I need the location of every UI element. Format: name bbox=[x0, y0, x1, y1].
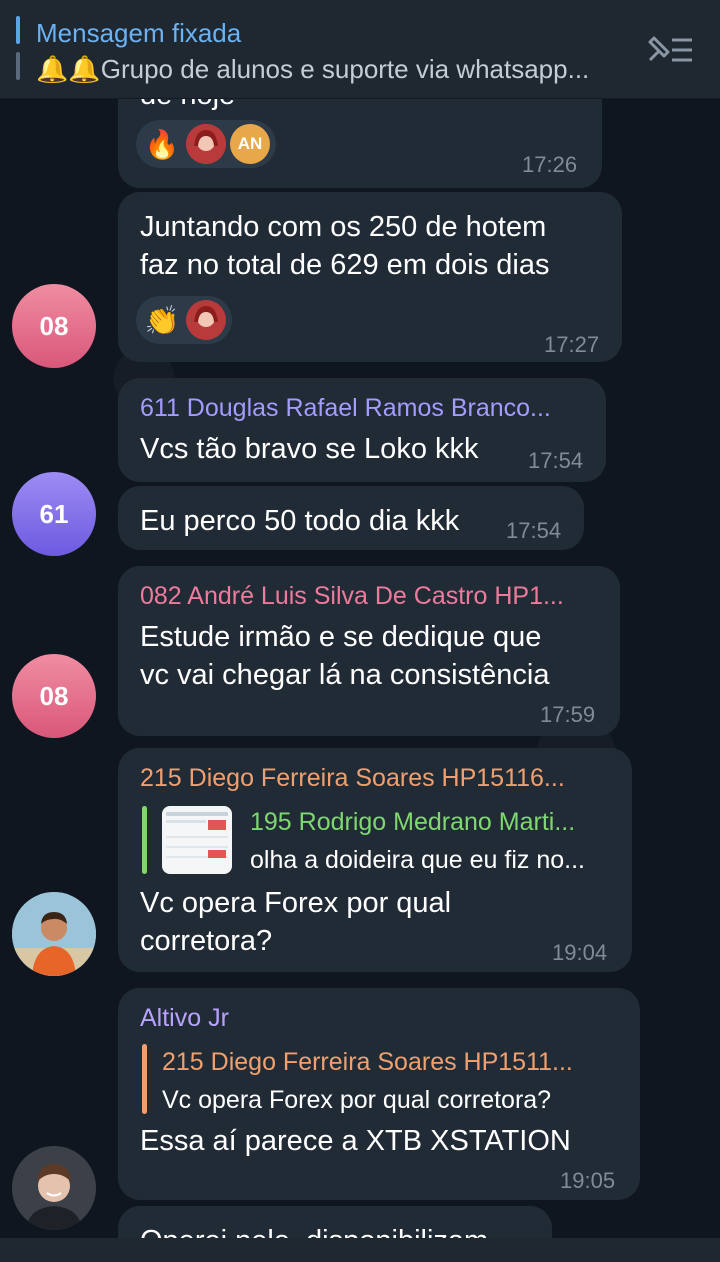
reaction-avatar-an: AN bbox=[230, 124, 270, 164]
user-photo-icon bbox=[12, 1146, 96, 1230]
pinned-title: Mensagem fixada bbox=[36, 18, 242, 48]
message-bubble[interactable]: Altivo Jr 215 Diego Ferreira Soares HP15… bbox=[118, 988, 640, 1200]
reactions[interactable]: 👏 bbox=[136, 296, 232, 344]
pinned-text: 🔔🔔Grupo de alunos e suporte via whatsapp… bbox=[36, 54, 590, 84]
message-text-line-2: corretora? bbox=[140, 925, 273, 957]
clapping-emoji: 👏 bbox=[144, 304, 180, 336]
message-bubble[interactable]: Juntando com os 250 de hotem faz no tota… bbox=[118, 192, 622, 362]
user-photo-icon bbox=[12, 892, 96, 976]
girl-avatar-icon bbox=[186, 124, 226, 164]
pinned-message-bar[interactable]: Mensagem fixada 🔔🔔Grupo de alunos e supo… bbox=[0, 0, 720, 99]
avatar[interactable] bbox=[12, 1146, 96, 1230]
reactions[interactable]: 🔥 AN bbox=[136, 120, 276, 168]
reply-indicator bbox=[142, 806, 147, 874]
sender-name[interactable]: Altivo Jr bbox=[140, 1004, 610, 1033]
message-time: 17:26 bbox=[522, 152, 578, 177]
message-time: 17:27 bbox=[544, 332, 600, 357]
avatar[interactable]: 08 bbox=[12, 284, 96, 368]
avatar[interactable] bbox=[12, 892, 96, 976]
sender-name[interactable]: 082 André Luis Silva De Castro HP1... bbox=[140, 582, 604, 611]
message-text-line-1: Vc opera Forex por qual bbox=[140, 887, 452, 919]
girl-avatar-icon bbox=[186, 300, 226, 340]
sender-name[interactable]: 215 Diego Ferreira Soares HP15116... bbox=[140, 764, 616, 793]
message-text: Eu perco 50 todo dia kkk bbox=[140, 505, 460, 537]
message-bubble[interactable]: 611 Douglas Rafael Ramos Branco... Vcs t… bbox=[118, 378, 606, 482]
message-time: 17:54 bbox=[506, 518, 562, 543]
screenshot-thumbnail-icon bbox=[166, 812, 228, 858]
message-text: Vcs tão bravo se Loko kkk bbox=[140, 433, 479, 465]
avatar[interactable]: 08 bbox=[12, 654, 96, 738]
message-bubble[interactable]: Eu perco 50 todo dia kkk 17:54 bbox=[118, 486, 584, 550]
message-text-line-2: faz no total de 629 em dois dias bbox=[140, 249, 550, 281]
reply-indicator bbox=[142, 1044, 147, 1114]
reply-sender: 195 Rodrigo Medrano Marti... bbox=[250, 808, 576, 836]
reply-text: olha a doideira que eu fiz no... bbox=[250, 846, 585, 874]
message-bubble[interactable]: 215 Diego Ferreira Soares HP15116... 195… bbox=[118, 748, 632, 972]
bottom-bar bbox=[0, 1238, 720, 1262]
avatar[interactable]: 61 bbox=[12, 472, 96, 556]
message-text: Essa aí parece a XTB XSTATION bbox=[140, 1125, 571, 1157]
reaction-avatar bbox=[186, 300, 226, 340]
reaction-avatar bbox=[186, 124, 226, 164]
message-text-line-2: vc vai chegar lá na consistência bbox=[140, 659, 550, 691]
pinned-indicator bbox=[16, 16, 20, 80]
fire-emoji: 🔥 bbox=[144, 128, 180, 160]
reply-text: Vc opera Forex por qual corretora? bbox=[162, 1086, 552, 1114]
message-time: 17:54 bbox=[528, 448, 584, 473]
pinned-list-icon[interactable] bbox=[642, 30, 696, 70]
reply-thumbnail[interactable] bbox=[162, 806, 232, 874]
sender-name[interactable]: 611 Douglas Rafael Ramos Branco... bbox=[140, 394, 590, 423]
message-text-line-1: Estude irmão e se dedique que bbox=[140, 621, 542, 653]
message-time: 19:05 bbox=[560, 1168, 616, 1193]
message-time: 19:04 bbox=[552, 940, 608, 965]
reply-sender: 215 Diego Ferreira Soares HP1511... bbox=[162, 1048, 573, 1076]
message-text-line-1: Juntando com os 250 de hotem bbox=[140, 211, 547, 243]
message-bubble[interactable]: 082 André Luis Silva De Castro HP1... Es… bbox=[118, 566, 620, 736]
message-time: 17:59 bbox=[540, 702, 596, 727]
